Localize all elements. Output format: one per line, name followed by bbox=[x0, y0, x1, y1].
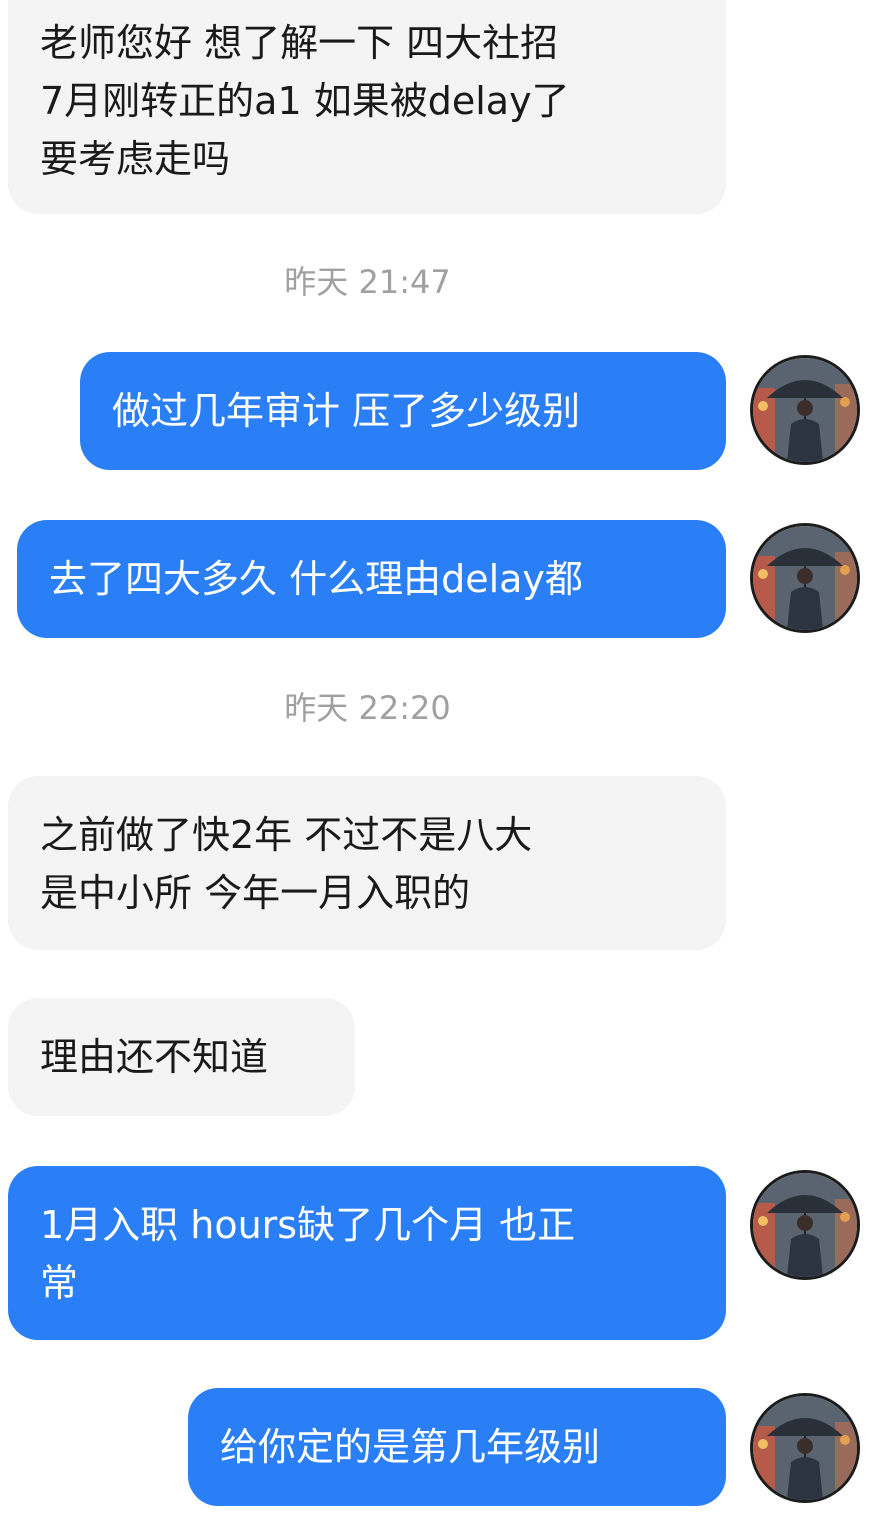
man-with-umbrella-avatar-icon bbox=[753, 1396, 857, 1500]
message-timestamp: 昨天 22:20 bbox=[284, 689, 451, 727]
man-with-umbrella-avatar-icon bbox=[753, 358, 857, 462]
chat-thread: 老师您好 想了解一下 四大社招 7月刚转正的a1 如果被delay了 要考虑走吗… bbox=[0, 0, 870, 1520]
message-bubble-incoming[interactable]: 老师您好 想了解一下 四大社招 7月刚转正的a1 如果被delay了 要考虑走吗 bbox=[8, 0, 726, 214]
message-bubble-outgoing[interactable]: 去了四大多久 什么理由delay都 bbox=[17, 520, 726, 638]
user-avatar[interactable] bbox=[750, 523, 860, 633]
man-with-umbrella-avatar-icon bbox=[753, 526, 857, 630]
message-bubble-outgoing[interactable]: 做过几年审计 压了多少级别 bbox=[80, 352, 726, 470]
user-avatar[interactable] bbox=[750, 1393, 860, 1503]
user-avatar[interactable] bbox=[750, 1170, 860, 1280]
message-bubble-outgoing[interactable]: 给你定的是第几年级别 bbox=[188, 1388, 726, 1506]
message-timestamp: 昨天 21:47 bbox=[284, 263, 451, 301]
user-avatar[interactable] bbox=[750, 355, 860, 465]
message-bubble-incoming[interactable]: 之前做了快2年 不过不是八大 是中小所 今年一月入职的 bbox=[8, 776, 726, 950]
message-bubble-outgoing[interactable]: 1月入职 hours缺了几个月 也正 常 bbox=[8, 1166, 726, 1340]
man-with-umbrella-avatar-icon bbox=[753, 1173, 857, 1277]
message-bubble-incoming[interactable]: 理由还不知道 bbox=[8, 998, 355, 1116]
